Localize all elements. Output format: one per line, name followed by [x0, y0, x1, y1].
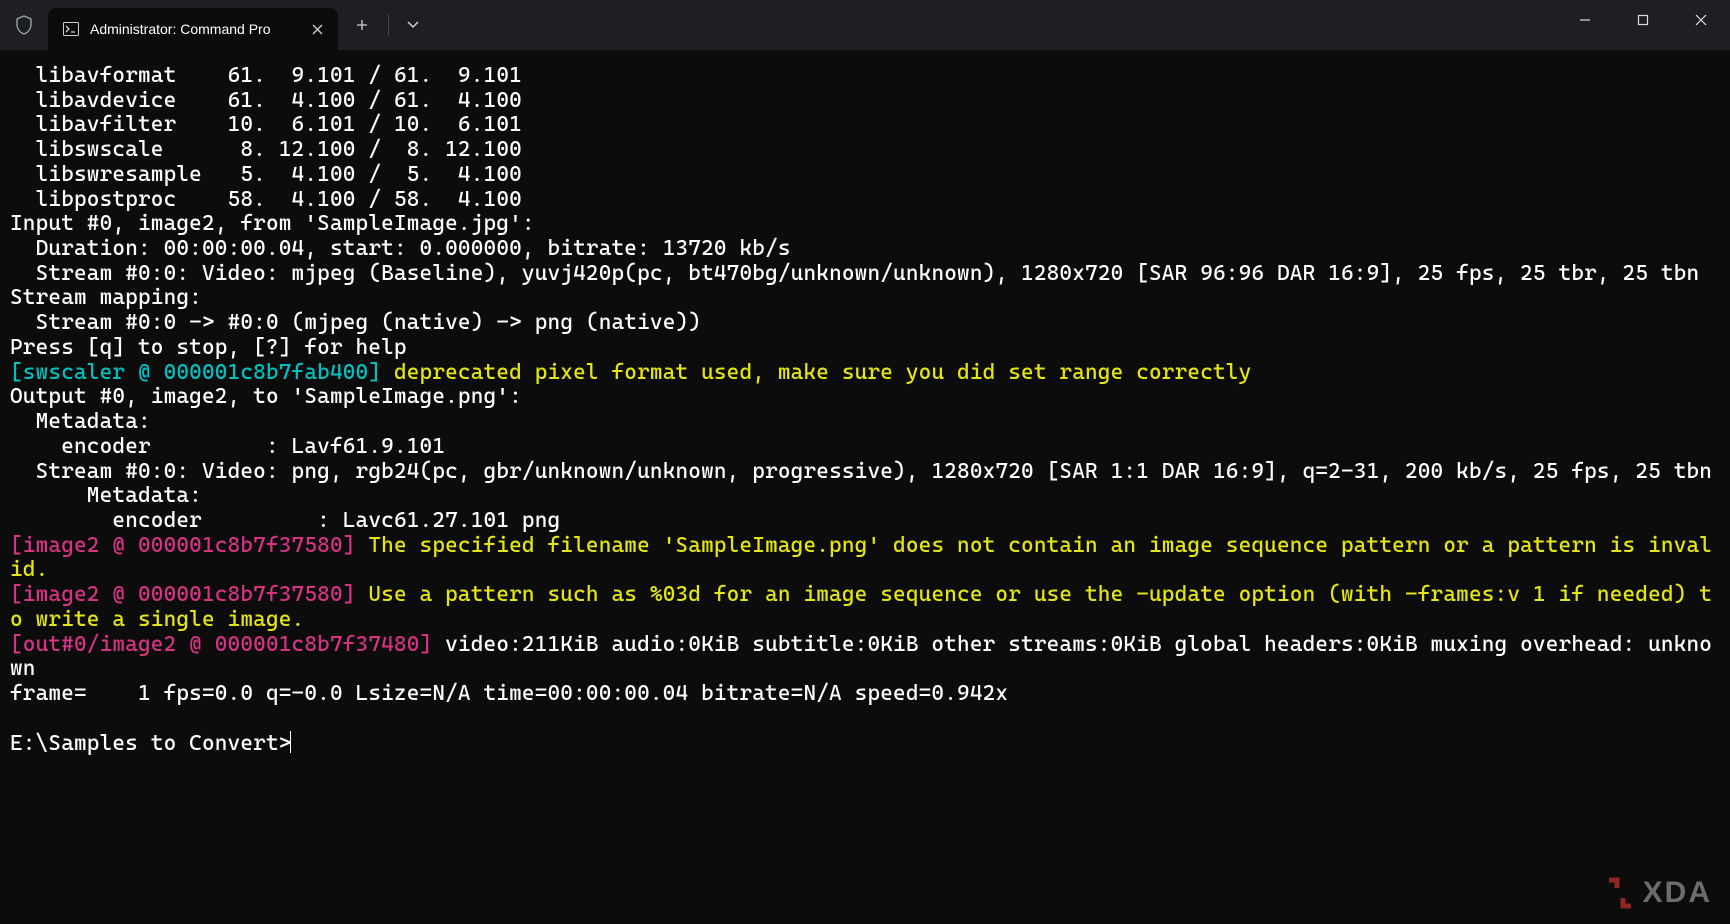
terminal-line: Stream mapping: [10, 286, 1720, 311]
terminal-line: encoder : Lavf61.9.101 [10, 435, 1720, 460]
shield-icon [0, 0, 48, 50]
terminal-line: Input #0, image2, from 'SampleImage.jpg'… [10, 212, 1720, 237]
terminal-line: Metadata: [10, 410, 1720, 435]
terminal-line: libavfilter 10. 6.101 / 10. 6.101 [10, 113, 1720, 138]
close-tab-button[interactable] [308, 24, 326, 35]
divider [388, 14, 389, 36]
maximize-button[interactable] [1614, 0, 1672, 40]
tab-active[interactable]: Administrator: Command Pro [48, 8, 338, 50]
terminal-line: Stream #0:0 -> #0:0 (mjpeg (native) -> p… [10, 311, 1720, 336]
terminal-line: Stream #0:0: Video: mjpeg (Baseline), yu… [10, 262, 1720, 287]
terminal-line: [image2 @ 000001c8b7f37580] The specifie… [10, 534, 1720, 583]
terminal-icon [62, 20, 80, 38]
close-window-button[interactable] [1672, 0, 1730, 40]
terminal-line: [image2 @ 000001c8b7f37580] Use a patter… [10, 583, 1720, 632]
terminal-line: Metadata: [10, 484, 1720, 509]
terminal-line: Duration: 00:00:00.04, start: 0.000000, … [10, 237, 1720, 262]
terminal-output[interactable]: libavformat 61. 9.101 / 61. 9.101 libavd… [0, 50, 1730, 757]
terminal-line: [swscaler @ 000001c8b7fab400] deprecated… [10, 361, 1720, 386]
terminal-line: libswscale 8. 12.100 / 8. 12.100 [10, 138, 1720, 163]
window-controls [1556, 0, 1730, 50]
terminal-line: Press [q] to stop, [?] for help [10, 336, 1720, 361]
terminal-line: frame= 1 fps=0.0 q=-0.0 Lsize=N/A time=0… [10, 682, 1720, 707]
terminal-line: libswresample 5. 4.100 / 5. 4.100 [10, 163, 1720, 188]
prompt-line[interactable]: E:\Samples to Convert> [10, 731, 1720, 757]
terminal-line: [out#0/image2 @ 000001c8b7f37480] video:… [10, 633, 1720, 682]
new-tab-button[interactable] [342, 5, 382, 45]
tab-dropdown-button[interactable] [393, 5, 433, 45]
watermark: XDA [1603, 876, 1712, 910]
terminal-line: libavformat 61. 9.101 / 61. 9.101 [10, 64, 1720, 89]
terminal-line: libavdevice 61. 4.100 / 61. 4.100 [10, 89, 1720, 114]
tab-title: Administrator: Command Pro [90, 21, 298, 37]
watermark-icon [1603, 876, 1637, 910]
watermark-text: XDA [1643, 876, 1712, 910]
minimize-button[interactable] [1556, 0, 1614, 40]
terminal-line: Output #0, image2, to 'SampleImage.png': [10, 385, 1720, 410]
terminal-line: encoder : Lavc61.27.101 png [10, 509, 1720, 534]
terminal-line [10, 707, 1720, 732]
terminal-line: Stream #0:0: Video: png, rgb24(pc, gbr/u… [10, 460, 1720, 485]
title-bar: Administrator: Command Pro [0, 0, 1730, 50]
terminal-line: libpostproc 58. 4.100 / 58. 4.100 [10, 188, 1720, 213]
